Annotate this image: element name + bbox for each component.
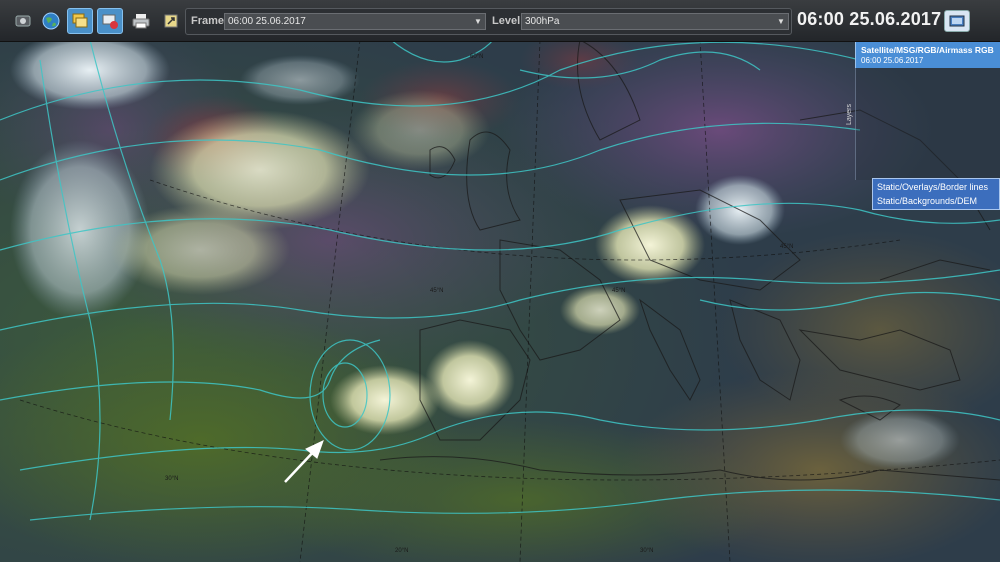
satellite-map[interactable]: 45°N 45°N 45°N 30°N 30°N 60°N 20°N (0, 0, 1000, 562)
animation-icon[interactable] (97, 8, 123, 34)
print-icon[interactable] (128, 8, 154, 34)
fullscreen-icon[interactable] (944, 10, 970, 32)
chevron-down-icon: ▼ (777, 17, 785, 26)
svg-text:45°N: 45°N (430, 288, 443, 294)
current-datetime: 06:00 25.06.2017 (797, 9, 942, 29)
svg-text:45°N: 45°N (612, 288, 625, 294)
layers-icon[interactable] (67, 8, 93, 34)
chevron-down-icon: ▼ (474, 17, 482, 26)
active-layer-item[interactable]: Satellite/MSG/RGB/Airmass RGB 06:00 25.0… (855, 42, 1000, 68)
overlay-item-dem[interactable]: Static/Backgrounds/DEM (877, 196, 977, 206)
svg-text:30°N: 30°N (165, 476, 178, 482)
svg-text:60°N: 60°N (470, 54, 483, 60)
layers-tab[interactable]: Layers (846, 104, 853, 125)
layer-title: Satellite/MSG/RGB/Airmass RGB (861, 45, 994, 55)
svg-text:30°N: 30°N (640, 548, 653, 554)
svg-text:20°N: 20°N (395, 548, 408, 554)
level-label: Level (492, 15, 521, 27)
toolbar: Frame 06:00 25.06.2017 ▼ Level 300hPa ▼ … (0, 0, 1000, 42)
level-select[interactable]: 300hPa ▼ (521, 13, 789, 30)
settings-icon[interactable] (10, 8, 36, 34)
overlay-item-border-lines[interactable]: Static/Overlays/Border lines (877, 182, 988, 192)
export-icon[interactable] (158, 8, 184, 34)
layers-list-area[interactable] (855, 68, 1000, 180)
frame-value: 06:00 25.06.2017 (228, 16, 306, 27)
frame-select[interactable]: 06:00 25.06.2017 ▼ (224, 13, 486, 30)
frame-level-panel: Frame 06:00 25.06.2017 ▼ Level 300hPa ▼ (185, 8, 792, 35)
frame-label: Frame (191, 15, 225, 27)
layer-time: 06:00 25.06.2017 (861, 56, 924, 65)
overlay-list[interactable]: Static/Overlays/Border lines Static/Back… (872, 178, 1000, 210)
level-value: 300hPa (525, 16, 560, 27)
globe-icon[interactable] (38, 8, 64, 34)
svg-text:45°N: 45°N (780, 244, 793, 250)
